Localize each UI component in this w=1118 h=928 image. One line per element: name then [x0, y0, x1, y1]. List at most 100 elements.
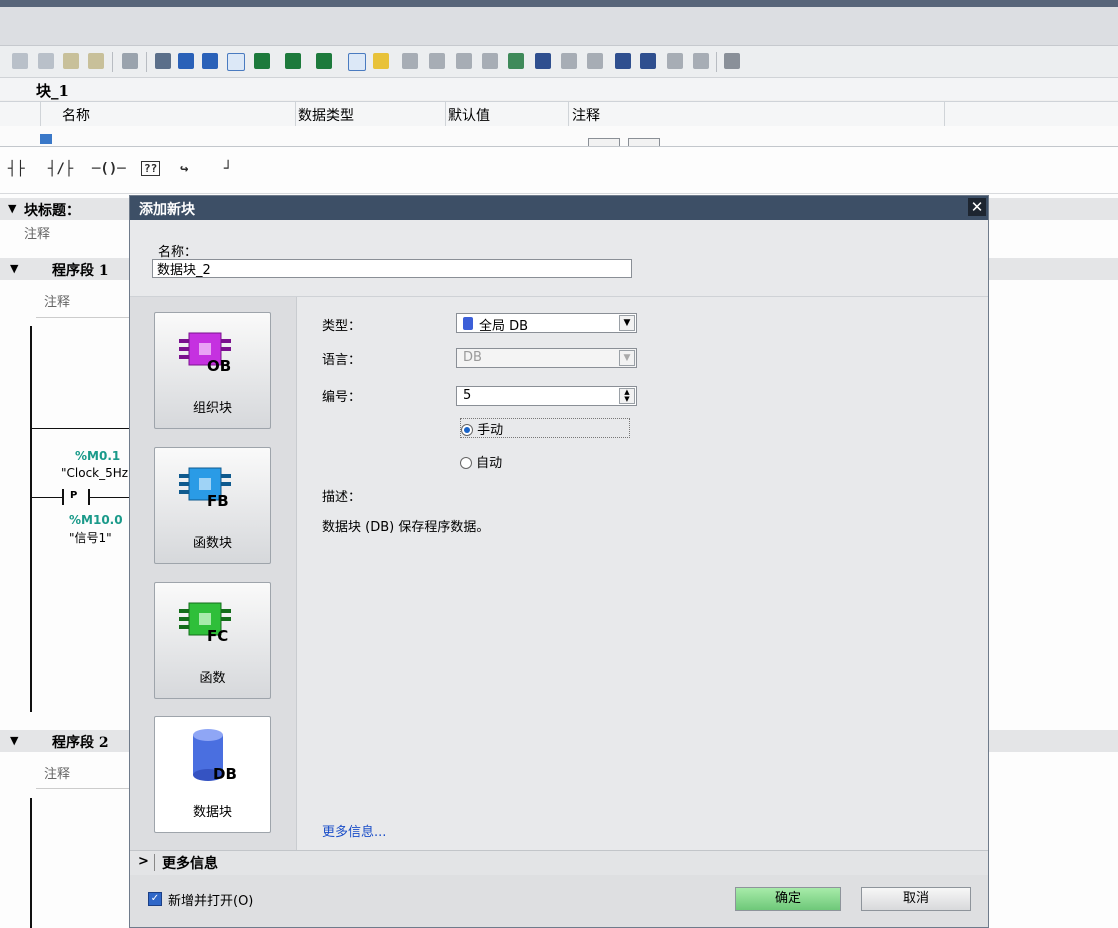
top-toolstrip	[0, 7, 1118, 46]
operand-name[interactable]: "Clock_5Hz	[61, 466, 128, 480]
empty-box-icon[interactable]: ??	[141, 161, 161, 176]
name-label: 名称：	[158, 245, 198, 260]
tool-icon[interactable]	[402, 53, 418, 69]
radio-unchecked-icon	[460, 457, 472, 469]
dialog-footer: ✓ 新增并打开(O) 确定 取消	[130, 875, 988, 927]
network-2-comment[interactable]: 注释	[44, 763, 70, 782]
power-rail	[30, 326, 32, 712]
comment-icon[interactable]	[227, 53, 245, 71]
organization-block-label: 组织块	[192, 401, 232, 416]
tool-icon[interactable]	[285, 53, 301, 69]
db-code: DB	[213, 765, 237, 783]
function-block-button[interactable]: FB 函数块	[154, 447, 271, 564]
tool-icon[interactable]	[667, 53, 683, 69]
block-comment[interactable]: 注释	[24, 223, 50, 242]
coil-icon[interactable]: ─()─	[92, 161, 126, 177]
fb-code: FB	[207, 492, 229, 510]
p-contact[interactable]: P	[70, 490, 77, 501]
tool-icon[interactable]	[640, 53, 656, 69]
close-branch-icon[interactable]: ┘	[224, 161, 232, 177]
network-1-comment[interactable]: 注释	[44, 291, 70, 310]
cancel-button[interactable]: 取消	[861, 887, 971, 911]
tool-icon[interactable]	[508, 53, 524, 69]
block-name-input[interactable]	[152, 259, 632, 278]
add-new-block-dialog: 添加新块 ✕ 名称： OB 组织块 FB 函数块	[129, 195, 989, 928]
network-icon[interactable]	[202, 53, 218, 69]
tool-icon[interactable]	[482, 53, 498, 69]
network-icon[interactable]	[155, 53, 171, 69]
manual-radio[interactable]: 手动	[460, 418, 630, 438]
tool-icon[interactable]	[724, 53, 740, 69]
tool-icon[interactable]	[348, 53, 366, 71]
scroll-down-arrow[interactable]	[628, 138, 660, 146]
ob-icon	[179, 332, 231, 366]
tool-icon[interactable]	[615, 53, 631, 69]
network-icon[interactable]	[178, 53, 194, 69]
description-text: 数据块 (DB) 保存程序数据。	[322, 520, 490, 535]
operand-address[interactable]: %M10.0	[69, 513, 123, 527]
close-icon[interactable]: ✕	[968, 198, 986, 216]
collapse-icon[interactable]: ▼	[10, 262, 18, 275]
data-block-label: 数据块	[192, 805, 232, 820]
auto-radio[interactable]: 自动	[460, 452, 502, 471]
tool-icon[interactable]	[535, 53, 551, 69]
open-after-add-label[interactable]: 新增并打开(O)	[168, 890, 253, 909]
fb-icon	[179, 467, 231, 501]
type-value: 全局 DB	[479, 319, 529, 334]
tool-icon[interactable]	[456, 53, 472, 69]
tool-icon[interactable]	[63, 53, 79, 69]
operand-address[interactable]: %M0.1	[75, 449, 120, 463]
nc-contact-icon[interactable]: ┤/├	[48, 161, 73, 177]
collapse-icon[interactable]: ▼	[8, 202, 16, 215]
expand-arrow-icon[interactable]: >	[138, 854, 149, 869]
insert-row-icon[interactable]	[12, 53, 28, 69]
stepper-icon[interactable]: ▲ ▼	[619, 388, 635, 404]
more-info-expander[interactable]: > 更多信息	[130, 850, 988, 876]
tool-icon[interactable]	[254, 53, 270, 69]
function-button[interactable]: FC 函数	[154, 582, 271, 699]
db-icon	[193, 729, 223, 781]
tool-icon[interactable]	[88, 53, 104, 69]
power-rail	[30, 798, 32, 928]
organization-block-button[interactable]: OB 组织块	[154, 312, 271, 429]
column-data-type[interactable]: 数据类型	[298, 105, 354, 125]
interface-header: 名称 数据类型 默认值 注释	[0, 101, 1118, 127]
column-comment[interactable]: 注释	[572, 105, 600, 125]
tool-icon[interactable]	[373, 53, 389, 69]
dialog-title-bar: 添加新块 ✕	[130, 196, 988, 220]
collapse-icon[interactable]: ▼	[10, 734, 18, 747]
tool-icon[interactable]	[122, 53, 138, 69]
window-title-bar	[0, 0, 1118, 7]
block-title-label: 块标题：	[24, 203, 80, 219]
chevron-down-icon[interactable]: ▼	[619, 315, 635, 331]
interface-row[interactable]	[0, 126, 1118, 147]
tool-icon[interactable]	[587, 53, 603, 69]
block-name: 块_1	[36, 82, 69, 100]
tool-icon[interactable]	[429, 53, 445, 69]
ok-button[interactable]: 确定	[735, 887, 841, 911]
fc-icon	[179, 602, 231, 636]
tool-icon[interactable]	[693, 53, 709, 69]
operand-name[interactable]: "信号1"	[69, 529, 112, 546]
static-icon	[40, 134, 52, 144]
tool-icon[interactable]	[561, 53, 577, 69]
more-info-link[interactable]: 更多信息...	[322, 821, 386, 840]
tool-icon[interactable]	[316, 53, 332, 69]
type-select[interactable]: 全局 DB ▼	[456, 313, 637, 334]
checkbox-checked-icon[interactable]: ✓	[148, 892, 162, 906]
column-default[interactable]: 默认值	[448, 105, 490, 125]
block-toolbar	[0, 46, 1118, 78]
add-row-icon[interactable]	[38, 53, 54, 69]
description-label: 描述：	[322, 490, 362, 505]
number-stepper[interactable]: 5 ▲ ▼	[456, 386, 637, 406]
function-block-label: 函数块	[192, 536, 232, 551]
no-contact-icon[interactable]: ┤├	[8, 161, 25, 177]
chevron-down-icon: ▼	[619, 350, 635, 366]
block-type-pane: OB 组织块 FB 函数块 FC 函数 DB 数据块	[130, 297, 297, 850]
network-2-label: 程序段 2	[52, 735, 109, 751]
data-block-button[interactable]: DB 数据块	[154, 716, 271, 833]
open-branch-icon[interactable]: ↪	[180, 161, 188, 177]
number-label: 编号：	[322, 390, 362, 405]
column-name[interactable]: 名称	[62, 105, 90, 125]
scroll-up-arrow[interactable]	[588, 138, 620, 146]
